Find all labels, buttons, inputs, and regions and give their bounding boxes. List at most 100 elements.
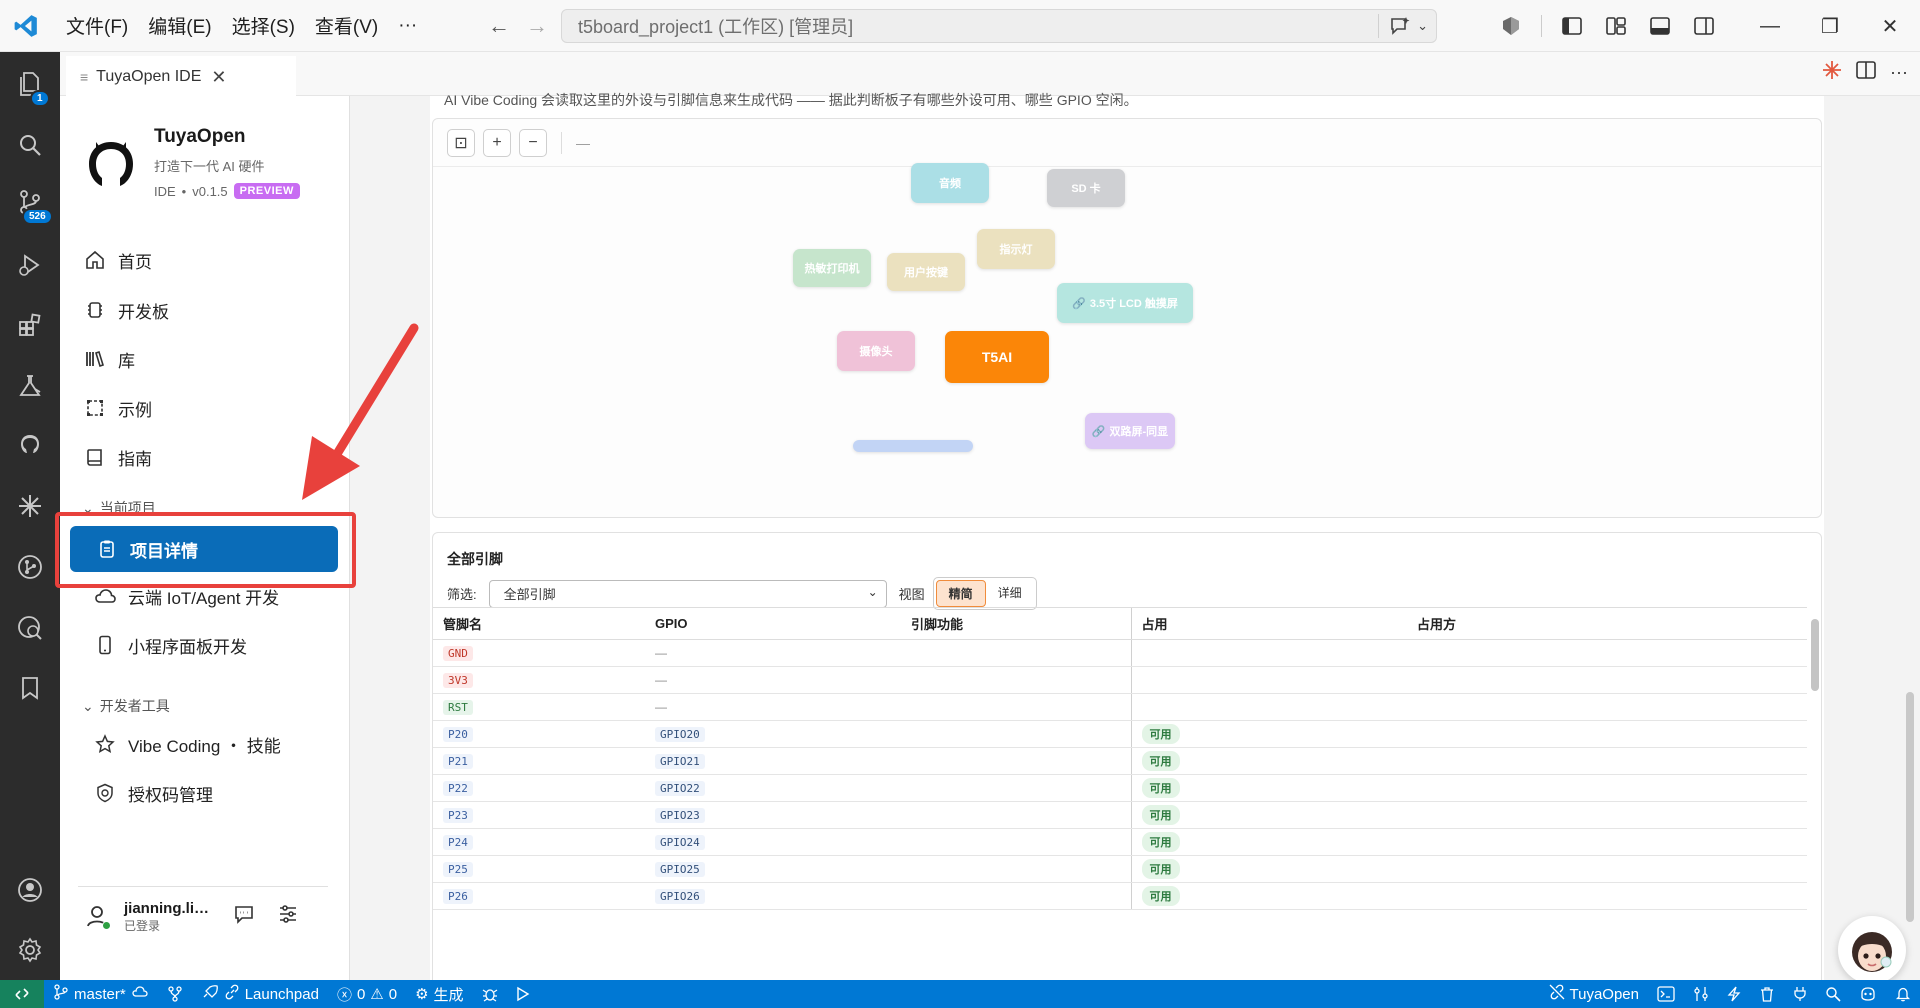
view-compact-button[interactable]: 精简 — [935, 580, 986, 607]
split-editor-icon[interactable] — [1856, 61, 1876, 84]
tuyaopen-logo-icon[interactable] — [0, 421, 60, 469]
build-status[interactable]: ⚙ 生成 — [406, 980, 472, 1008]
settings-gear-icon[interactable] — [0, 926, 60, 974]
table-row[interactable]: P22 GPIO22 可用 — [433, 774, 1807, 802]
page-scrollbar-thumb[interactable] — [1906, 692, 1914, 922]
close-window-icon[interactable]: ✕ — [1860, 0, 1920, 52]
node-thermal-printer[interactable]: 热敏打印机 — [793, 249, 871, 287]
pins-scroll-thumb[interactable] — [1811, 619, 1819, 691]
run-debug-icon[interactable] — [0, 241, 60, 289]
zoom-search-icon[interactable] — [1816, 980, 1850, 1008]
nav-home[interactable]: 首页 — [84, 240, 334, 280]
search-icon[interactable] — [0, 121, 60, 169]
trash-icon[interactable] — [1750, 980, 1784, 1008]
table-row[interactable]: P26 GPIO26 可用 — [433, 882, 1807, 910]
close-tab-icon[interactable]: ✕ — [211, 67, 226, 88]
node-dual-screen[interactable]: 🔗 双路屏-同显 — [1085, 413, 1175, 449]
bookmark-icon[interactable] — [0, 664, 60, 712]
notifications-bell-icon[interactable] — [1886, 980, 1920, 1008]
nav-miniprogram[interactable]: 小程序面板开发 — [94, 625, 344, 665]
table-row[interactable]: GND — — [433, 639, 1807, 667]
col-gpio[interactable]: GPIO — [645, 607, 901, 640]
user-avatar-icon[interactable] — [84, 903, 112, 931]
git-graph-icon[interactable] — [0, 543, 60, 591]
problems-status[interactable]: ⓧ 0 ⚠ 0 — [328, 980, 406, 1008]
node-sd-card[interactable]: SD 卡 — [1047, 169, 1125, 207]
toggle-primary-sidebar-icon[interactable] — [1554, 8, 1590, 44]
zoom-out-button[interactable]: − — [519, 128, 547, 157]
section-devtools[interactable]: ⌄ 开发者工具 — [82, 696, 170, 716]
table-row[interactable]: 3V3 — — [433, 666, 1807, 694]
toggle-secondary-sidebar-icon[interactable] — [1686, 8, 1722, 44]
node-indicator-led[interactable]: 指示灯 — [977, 229, 1055, 269]
table-row[interactable]: P20 GPIO20 可用 — [433, 720, 1807, 748]
branch-status[interactable]: master* — [44, 980, 158, 1008]
toggle-panel-icon[interactable] — [1642, 8, 1678, 44]
menu-selection[interactable]: 选择(S) — [224, 6, 303, 45]
run-play-icon[interactable] — [507, 980, 539, 1008]
node-partially-hidden[interactable] — [853, 440, 973, 452]
pins-table-scrollbar[interactable] — [1809, 533, 1819, 903]
pin-tag: P24 — [443, 834, 473, 850]
peripheral-topology-canvas[interactable]: ⊡ + − — 音频 SD 卡 指示灯 热敏打印机 用户按键 🔗 3.5寸 LCD… — [432, 118, 1822, 518]
zoom-in-button[interactable]: + — [483, 128, 511, 157]
table-row[interactable]: P25 GPIO25 可用 — [433, 855, 1807, 883]
launchpad-status[interactable]: Launchpad — [192, 980, 328, 1008]
accounts-shield-icon[interactable] — [1493, 8, 1529, 44]
table-row[interactable]: RST — — [433, 693, 1807, 721]
explorer-icon[interactable]: 1 — [0, 60, 60, 108]
sparkle-orange-icon[interactable] — [1822, 60, 1842, 85]
copilot-icon[interactable] — [1850, 980, 1886, 1008]
extensions-icon[interactable] — [0, 301, 60, 349]
terminal-icon[interactable] — [1648, 980, 1684, 1008]
menu-file[interactable]: 文件(F) — [58, 6, 136, 45]
feedback-chat-icon[interactable] — [233, 903, 255, 930]
tab-tuyaopen-ide[interactable]: ≡ TuyaOpen IDE ✕ — [66, 56, 296, 96]
node-audio[interactable]: 音频 — [911, 163, 989, 203]
ai-assistant-avatar[interactable] — [1838, 916, 1906, 984]
customize-layout-icon[interactable] — [1598, 8, 1634, 44]
git-graph-status-icon[interactable] — [158, 980, 192, 1008]
table-row[interactable]: P24 GPIO24 可用 — [433, 828, 1807, 856]
lightning-flash-icon[interactable] — [1718, 980, 1750, 1008]
tuyaopen-status[interactable]: TuyaOpen — [1540, 980, 1649, 1008]
cloud-sync-icon[interactable] — [131, 984, 149, 1004]
col-pin-function[interactable]: 引脚功能 — [901, 607, 1131, 640]
menu-view[interactable]: 查看(V) — [307, 6, 386, 45]
col-pin-name[interactable]: 管脚名 — [433, 607, 645, 640]
nav-vibe-coding[interactable]: Vibe Coding ・ 技能 — [94, 724, 344, 764]
pin-filter-select[interactable]: 全部引脚 ⌄ — [488, 579, 887, 608]
history-search-icon[interactable] — [0, 604, 60, 652]
table-row[interactable]: P23 GPIO23 可用 — [433, 801, 1807, 829]
node-camera[interactable]: 摄像头 — [837, 331, 915, 371]
node-t5ai-chip[interactable]: T5AI — [945, 331, 1049, 383]
command-center-search[interactable]: t5board_project1 (工作区) [管理员] ⌄ — [561, 9, 1437, 43]
flash-settings-icon[interactable] — [1684, 980, 1718, 1008]
copilot-chat-button[interactable]: ⌄ — [1378, 14, 1428, 38]
settings-sliders-icon[interactable] — [277, 903, 299, 930]
col-occupied[interactable]: 占用 — [1130, 607, 1407, 640]
node-lcd-touchscreen[interactable]: 🔗 3.5寸 LCD 触摸屏 — [1057, 283, 1193, 323]
col-occupied-by[interactable]: 占用方 — [1407, 607, 1807, 640]
table-row[interactable]: P21 GPIO21 可用 — [433, 747, 1807, 775]
account-icon[interactable] — [0, 866, 60, 914]
source-control-icon[interactable]: 526 — [0, 178, 60, 226]
back-arrow-icon[interactable]: ← — [482, 9, 516, 43]
restore-window-icon[interactable]: ❐ — [1800, 0, 1860, 52]
node-sd-label: SD 卡 — [1071, 183, 1101, 195]
forward-arrow-icon[interactable]: → — [520, 9, 554, 43]
minimize-window-icon[interactable]: — — [1740, 0, 1800, 52]
remote-indicator-icon[interactable] — [0, 980, 44, 1008]
nav-license[interactable]: 授权码管理 — [94, 773, 344, 813]
sparkle-burst-icon[interactable] — [0, 482, 60, 530]
gpio-cell: GPIO20 — [645, 720, 901, 748]
plug-icon[interactable] — [1784, 980, 1816, 1008]
more-actions-icon[interactable]: ··· — [1890, 62, 1908, 83]
debug-bug-icon[interactable] — [473, 980, 507, 1008]
node-user-button[interactable]: 用户按键 — [887, 253, 965, 291]
view-detail-button[interactable]: 详细 — [986, 580, 1034, 607]
testing-flask-icon[interactable] — [0, 362, 60, 410]
menu-edit[interactable]: 编辑(E) — [140, 6, 219, 45]
fit-view-button[interactable]: ⊡ — [447, 128, 475, 157]
menu-more[interactable]: ··· — [390, 9, 425, 43]
